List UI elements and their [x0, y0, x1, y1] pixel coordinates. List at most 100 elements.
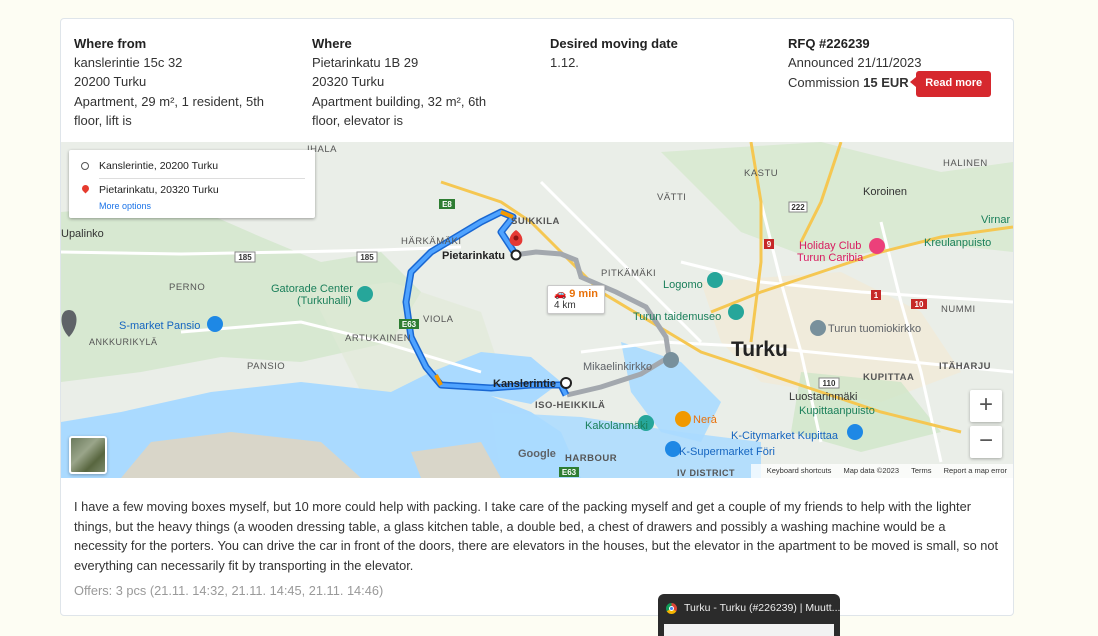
label-halinen: HALINEN	[943, 158, 988, 169]
satellite-toggle[interactable]	[69, 436, 107, 474]
label-kupittaa: KUPITTAA	[863, 372, 914, 383]
art-museum-icon	[728, 304, 744, 320]
cathedral-icon	[810, 320, 826, 336]
read-more-button[interactable]: Read more	[910, 71, 992, 97]
offers-summary: Offers: 3 pcs (21.11. 14:32, 21.11. 14:4…	[74, 583, 384, 598]
origin-circle-icon	[81, 162, 89, 170]
tab-preview-thumbnail	[664, 624, 834, 636]
label-logomo: Logomo	[663, 279, 703, 291]
from-details: Apartment, 29 m², 1 resident, 5th floor,…	[74, 93, 265, 128]
date-value: 1.12.	[550, 55, 579, 71]
label-nera: Nerà	[693, 414, 718, 426]
label-ankkurikyla: ANKKURIKYLÄ	[89, 337, 158, 347]
road-9: 9	[767, 240, 772, 249]
from-heading: Where from	[74, 36, 147, 51]
label-turkuhalli: (Turkuhalli)	[297, 295, 352, 307]
from-city: 20200 Turku	[74, 74, 147, 90]
label-holiday: Holiday Club	[799, 240, 861, 252]
directions-divider	[99, 178, 305, 179]
rfq-card: Where from kanslerintie 15c 32 20200 Tur…	[60, 18, 1014, 616]
label-gatorade: Gatorade Center	[271, 283, 353, 295]
label-vatti: VÄTTI	[657, 192, 686, 203]
label-iso-heikkila: ISO-HEIKKILÄ	[535, 400, 605, 411]
report-error-link[interactable]: Report a map error	[944, 466, 1007, 475]
label-viola: VIOLA	[423, 314, 454, 325]
date-heading: Desired moving date	[550, 36, 678, 51]
road-10: 10	[915, 300, 924, 309]
label-caribia: Turun Caribia	[797, 252, 864, 264]
church-icon	[663, 352, 679, 368]
map-footer: Keyboard shortcuts Map data ©2023 Terms …	[750, 464, 1013, 478]
label-pansio: PANSIO	[247, 361, 285, 372]
label-virnamaki: Virnar	[981, 214, 1010, 226]
origin-marker	[560, 377, 572, 389]
label-kcitymarket: K-Citymarket Kupittaa	[731, 430, 839, 442]
label-turku: Turku	[731, 338, 788, 361]
from-column: Where from kanslerintie 15c 32 20200 Tur…	[74, 34, 279, 130]
rfq-info: Where from kanslerintie 15c 32 20200 Tur…	[74, 34, 1004, 144]
holiday-club-icon	[869, 238, 885, 254]
label-kupittaanpuisto: Kupittaanpuisto	[799, 405, 875, 417]
date-column: Desired moving date 1.12.	[550, 34, 750, 72]
road-e63-a: E63	[402, 320, 417, 329]
directions-destination[interactable]: Pietarinkatu, 20320 Turku	[99, 184, 219, 196]
destination-pin-icon	[80, 183, 91, 194]
route-map[interactable]: 185 185 222 110 E8 E63 E63 9 10 1 KASTU …	[61, 142, 1013, 478]
label-mikaelinkirkko: Mikaelinkirkko	[583, 361, 652, 373]
road-e8: E8	[442, 200, 452, 209]
label-kastu: KASTU	[744, 168, 778, 179]
road-222: 222	[791, 203, 805, 212]
to-column: Where Pietarinkatu 1B 29 20320 Turku Apa…	[312, 34, 512, 130]
label-luostarinmaki: Luostarinmäki	[789, 391, 857, 403]
directions-origin[interactable]: Kanslerintie, 20200 Turku	[99, 160, 218, 172]
browser-tab-preview[interactable]: Turku - Turku (#226239) | Muutt...	[658, 594, 840, 636]
to-street: Pietarinkatu 1B 29	[312, 55, 419, 71]
label-nummi: NUMMI	[941, 304, 976, 315]
label-pitkamaki: PITKÄMÄKI	[601, 268, 656, 279]
rfq-column: RFQ #226239 Announced 21/11/2023 Commiss…	[788, 34, 1008, 98]
road-1: 1	[874, 291, 879, 300]
zoom-in-button[interactable]: +	[970, 390, 1002, 422]
more-options-link[interactable]: More options	[99, 201, 151, 211]
label-pietarinkatu: Pietarinkatu	[442, 250, 505, 262]
road-185-b: 185	[360, 253, 374, 262]
route-distance: 4 km	[554, 300, 576, 311]
label-kreulanpuisto: Kreulanpuisto	[924, 237, 991, 249]
destination-dot	[510, 249, 522, 261]
label-taidemuseo: Turun taidemuseo	[633, 311, 721, 323]
label-upalinko: Upalinko	[61, 228, 104, 240]
label-perno: PERNO	[169, 282, 205, 293]
zoom-out-button[interactable]: −	[970, 426, 1002, 458]
to-heading: Where	[312, 36, 352, 51]
road-e63-b: E63	[562, 468, 577, 477]
s-market-icon	[207, 316, 223, 332]
label-harbour: HARBOUR	[565, 453, 617, 464]
tab-preview-title: Turku - Turku (#226239) | Muutt...	[684, 602, 841, 614]
route-duration-box[interactable]: 🚗 9 min 4 km	[547, 285, 605, 314]
route-duration: 9 min	[569, 288, 598, 300]
label-kanslerintie: Kanslerintie	[493, 378, 556, 390]
label-iv-district: IV DISTRICT	[677, 468, 735, 478]
label-tuomiokirkko: Turun tuomiokirkko	[828, 323, 921, 335]
from-street: kanslerintie 15c 32	[74, 55, 183, 71]
label-koroinen: Koroinen	[863, 186, 907, 198]
commission-value: 15 EUR	[863, 75, 909, 91]
to-city: 20320 Turku	[312, 74, 385, 90]
citymarket-icon	[847, 424, 863, 440]
label-ksupermarket: K-Supermarket Föri	[679, 446, 775, 458]
map-data-text: Map data ©2023	[843, 466, 900, 475]
terms-link[interactable]: Terms	[911, 466, 931, 475]
restaurant-icon	[675, 411, 691, 427]
rfq-number: RFQ #226239	[788, 36, 870, 51]
road-185-a: 185	[238, 253, 252, 262]
car-icon: 🚗	[554, 289, 567, 300]
to-details: Apartment building, 32 m², 6th floor, el…	[312, 93, 487, 128]
announced-date: Announced 21/11/2023	[788, 55, 922, 71]
label-suikkila: SUIKKILA	[511, 216, 560, 227]
label-artukainen: ARTUKAINEN	[345, 333, 411, 344]
logomo-icon	[707, 272, 723, 288]
label-harkamaki: HÄRKÄMÄKI	[401, 236, 461, 247]
label-kakolanmaki: Kakolanmäki	[585, 420, 648, 432]
keyboard-shortcuts-link[interactable]: Keyboard shortcuts	[767, 466, 832, 475]
directions-panel[interactable]: Kanslerintie, 20200 Turku Pietarinkatu, …	[69, 150, 315, 218]
